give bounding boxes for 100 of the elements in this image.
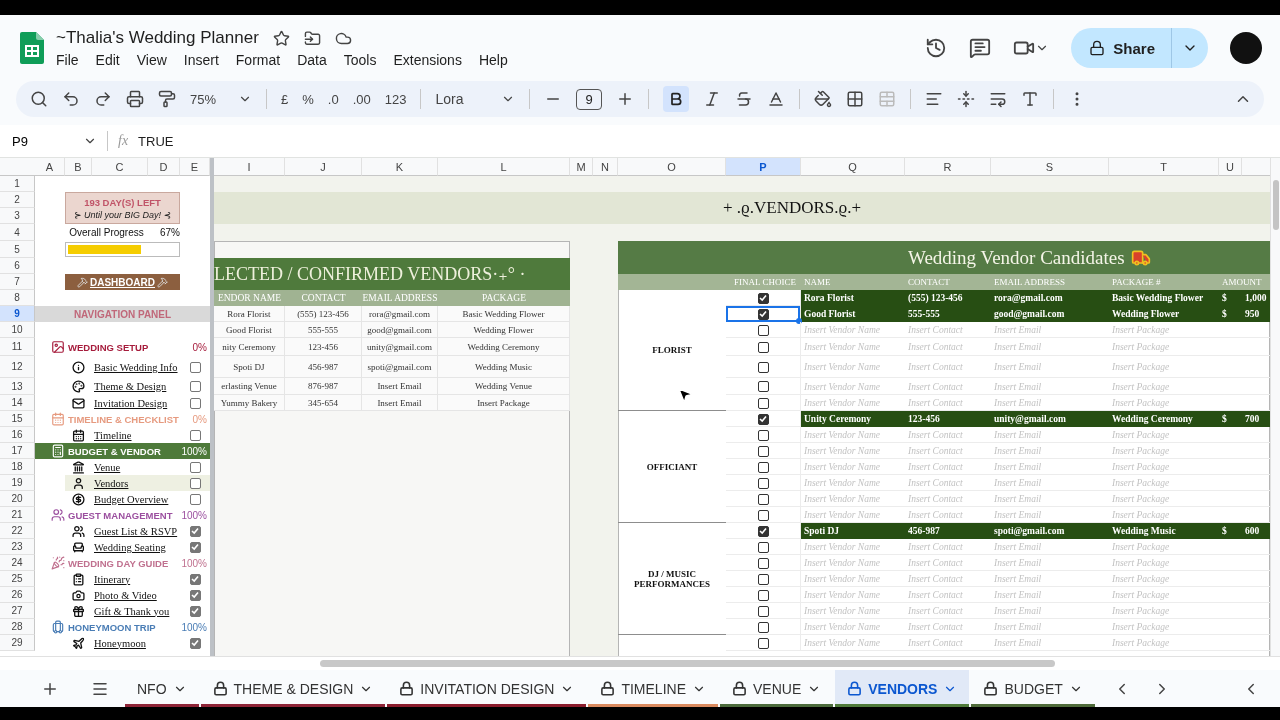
sheet-tab[interactable]: BUDGET [971, 670, 1095, 707]
align-icon[interactable] [924, 90, 943, 108]
checkbox[interactable] [757, 509, 769, 521]
row-header[interactable]: 28 [0, 619, 35, 635]
percent-format-button[interactable]: % [302, 91, 314, 107]
star-icon[interactable] [272, 29, 290, 47]
checkbox[interactable] [757, 308, 769, 320]
account-avatar[interactable] [1230, 32, 1262, 64]
navigation-link[interactable]: Itinerary [92, 573, 131, 585]
row-header[interactable]: 25 [0, 571, 35, 587]
checkbox[interactable] [757, 605, 769, 617]
row-header[interactable]: 14 [0, 395, 35, 411]
row-header[interactable]: 3 [0, 208, 35, 224]
checkbox[interactable] [189, 477, 201, 489]
checkbox[interactable] [757, 557, 769, 569]
checkbox[interactable] [189, 381, 201, 392]
row-header[interactable]: 19 [0, 475, 35, 491]
horizontal-scrollbar[interactable] [0, 656, 1280, 670]
checkbox[interactable] [757, 324, 769, 336]
checkbox[interactable] [757, 525, 769, 537]
sheet-tab[interactable]: TIMELINE [588, 670, 718, 707]
checkbox[interactable] [757, 381, 769, 392]
checkbox[interactable] [757, 397, 769, 409]
checkbox[interactable] [757, 573, 769, 585]
row-header[interactable]: 18 [0, 459, 35, 475]
paint-format-icon[interactable] [158, 90, 176, 108]
row-header[interactable]: 11 [0, 338, 35, 356]
row-header[interactable]: 27 [0, 603, 35, 619]
checkbox[interactable] [757, 361, 769, 373]
table-cell[interactable] [726, 306, 801, 322]
navigation-link[interactable]: Gift & Thank you [92, 605, 170, 617]
row-header[interactable]: 29 [0, 635, 35, 651]
redo-icon[interactable] [94, 90, 112, 108]
navigation-link[interactable]: Budget Overview [92, 493, 169, 505]
sheet-tab[interactable]: THEME & DESIGN [200, 670, 386, 707]
row-header[interactable]: 16 [0, 427, 35, 443]
menu-item[interactable]: Data [297, 52, 327, 68]
currency-format-button[interactable]: £ [281, 91, 289, 107]
row-header[interactable]: 21 [0, 507, 35, 523]
row-header[interactable]: 7 [0, 274, 35, 290]
sheet-tab[interactable]: VENUE [720, 670, 834, 707]
row-header[interactable]: 26 [0, 587, 35, 603]
checkbox[interactable] [757, 413, 769, 425]
history-icon[interactable] [925, 37, 948, 59]
row-header[interactable]: 2 [0, 192, 35, 208]
vertical-align-icon[interactable] [956, 90, 975, 108]
row-header[interactable]: 4 [0, 224, 35, 241]
checkbox[interactable] [189, 637, 201, 649]
checkbox[interactable] [189, 573, 201, 585]
checkbox[interactable] [757, 493, 769, 505]
checkbox[interactable] [189, 525, 201, 537]
checkbox[interactable] [189, 493, 201, 505]
font-size-field[interactable]: 9 [576, 88, 602, 110]
navigation-link[interactable]: Timeline [92, 429, 132, 441]
row-header[interactable]: 10 [0, 322, 35, 338]
checkbox[interactable] [757, 621, 769, 633]
navigation-link[interactable]: Vendors [92, 477, 129, 489]
menu-item[interactable]: Extensions [393, 52, 462, 68]
sheet-tab[interactable]: NFO [125, 670, 199, 707]
menu-item[interactable]: Help [478, 52, 508, 68]
checkbox[interactable] [757, 429, 769, 441]
checkbox[interactable] [757, 461, 769, 473]
menu-item[interactable]: Tools [343, 52, 377, 68]
navigation-link[interactable]: Guest List & RSVP [92, 525, 178, 537]
decrease-decimals-button[interactable]: .0 [327, 91, 339, 107]
document-title[interactable]: ~Thalia's Wedding Planner [56, 28, 259, 48]
share-button[interactable]: Share [1071, 28, 1172, 68]
row-header[interactable]: 6 [0, 258, 35, 274]
row-header[interactable]: 8 [0, 290, 35, 306]
navigation-link[interactable]: Invitation Design [92, 397, 168, 409]
row-header[interactable]: 1 [0, 176, 35, 192]
menu-item[interactable]: View [136, 52, 167, 68]
checkbox[interactable] [757, 541, 769, 553]
row-header[interactable]: 24 [0, 555, 35, 571]
fill-color-icon[interactable] [813, 90, 832, 108]
increase-decimals-button[interactable]: .00 [352, 91, 371, 107]
row-header[interactable]: 23 [0, 539, 35, 555]
checkbox[interactable] [757, 477, 769, 489]
row-header[interactable]: 17 [0, 443, 35, 459]
sheets-logo[interactable] [20, 32, 44, 64]
navigation-link[interactable]: Basic Wedding Info [92, 361, 178, 373]
vertical-scrollbar[interactable] [1270, 158, 1280, 656]
checkbox[interactable] [189, 429, 201, 441]
checkbox[interactable] [189, 605, 201, 617]
sheet-tab[interactable]: INVITATION DESIGN [387, 670, 587, 707]
checkbox[interactable] [757, 292, 769, 304]
menu-item[interactable]: File [56, 52, 79, 68]
column-header[interactable]: P [726, 158, 801, 176]
row-header[interactable]: 22 [0, 523, 35, 539]
row-header[interactable]: 12 [0, 356, 35, 378]
checkbox[interactable] [189, 361, 201, 373]
sheet-tab[interactable]: VENDORS [835, 670, 970, 707]
navigation-link[interactable]: Venue [92, 461, 121, 473]
search-icon[interactable] [30, 90, 48, 108]
font-select[interactable]: Lora [435, 91, 516, 107]
name-box[interactable]: P9 [12, 133, 97, 149]
undo-icon[interactable] [62, 90, 80, 108]
borders-icon[interactable] [845, 90, 864, 108]
row-header[interactable]: 20 [0, 491, 35, 507]
navigation-link[interactable]: Wedding Seating [92, 541, 166, 553]
